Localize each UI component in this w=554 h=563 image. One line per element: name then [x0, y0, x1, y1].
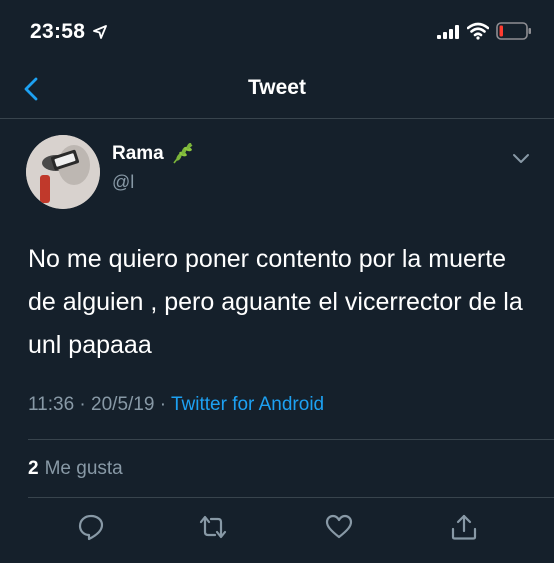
- likes-stat[interactable]: 2 Me gusta: [28, 458, 123, 480]
- meta-separator: ·: [154, 394, 171, 415]
- author-handle[interactable]: @l: [112, 172, 134, 193]
- status-time: 23:58: [30, 20, 86, 43]
- chevron-down-icon[interactable]: [512, 153, 530, 165]
- meta-separator: ·: [74, 394, 92, 415]
- author-name[interactable]: Rama: [112, 143, 164, 165]
- tweet-meta: 11:36 · 20/5/19 · Twitter for Android: [28, 394, 324, 416]
- reply-icon[interactable]: [77, 513, 105, 541]
- retweet-icon[interactable]: [199, 513, 227, 541]
- tweet-date: 20/5/19: [91, 394, 155, 415]
- leaf-icon: [173, 143, 193, 164]
- page-title: Tweet: [248, 76, 306, 99]
- author-name-row[interactable]: Rama: [112, 143, 195, 165]
- location-arrow-icon: [93, 25, 107, 39]
- status-bar: 23:58: [0, 0, 554, 62]
- divider: [28, 497, 554, 498]
- nav-bar: Tweet: [0, 62, 554, 119]
- battery-low-icon: [496, 22, 531, 40]
- divider: [28, 439, 554, 440]
- avatar[interactable]: [26, 135, 100, 209]
- wifi-icon: [467, 22, 489, 40]
- signal-icon: [437, 25, 459, 39]
- share-icon[interactable]: [450, 513, 478, 541]
- likes-label: Me gusta: [44, 458, 123, 479]
- likes-count: 2: [28, 458, 39, 479]
- tweet-source-link[interactable]: Twitter for Android: [171, 394, 324, 415]
- like-icon[interactable]: [325, 513, 353, 541]
- tweet-text: No me quiero poner contento por la muert…: [28, 245, 523, 359]
- tweet-time: 11:36: [28, 394, 75, 415]
